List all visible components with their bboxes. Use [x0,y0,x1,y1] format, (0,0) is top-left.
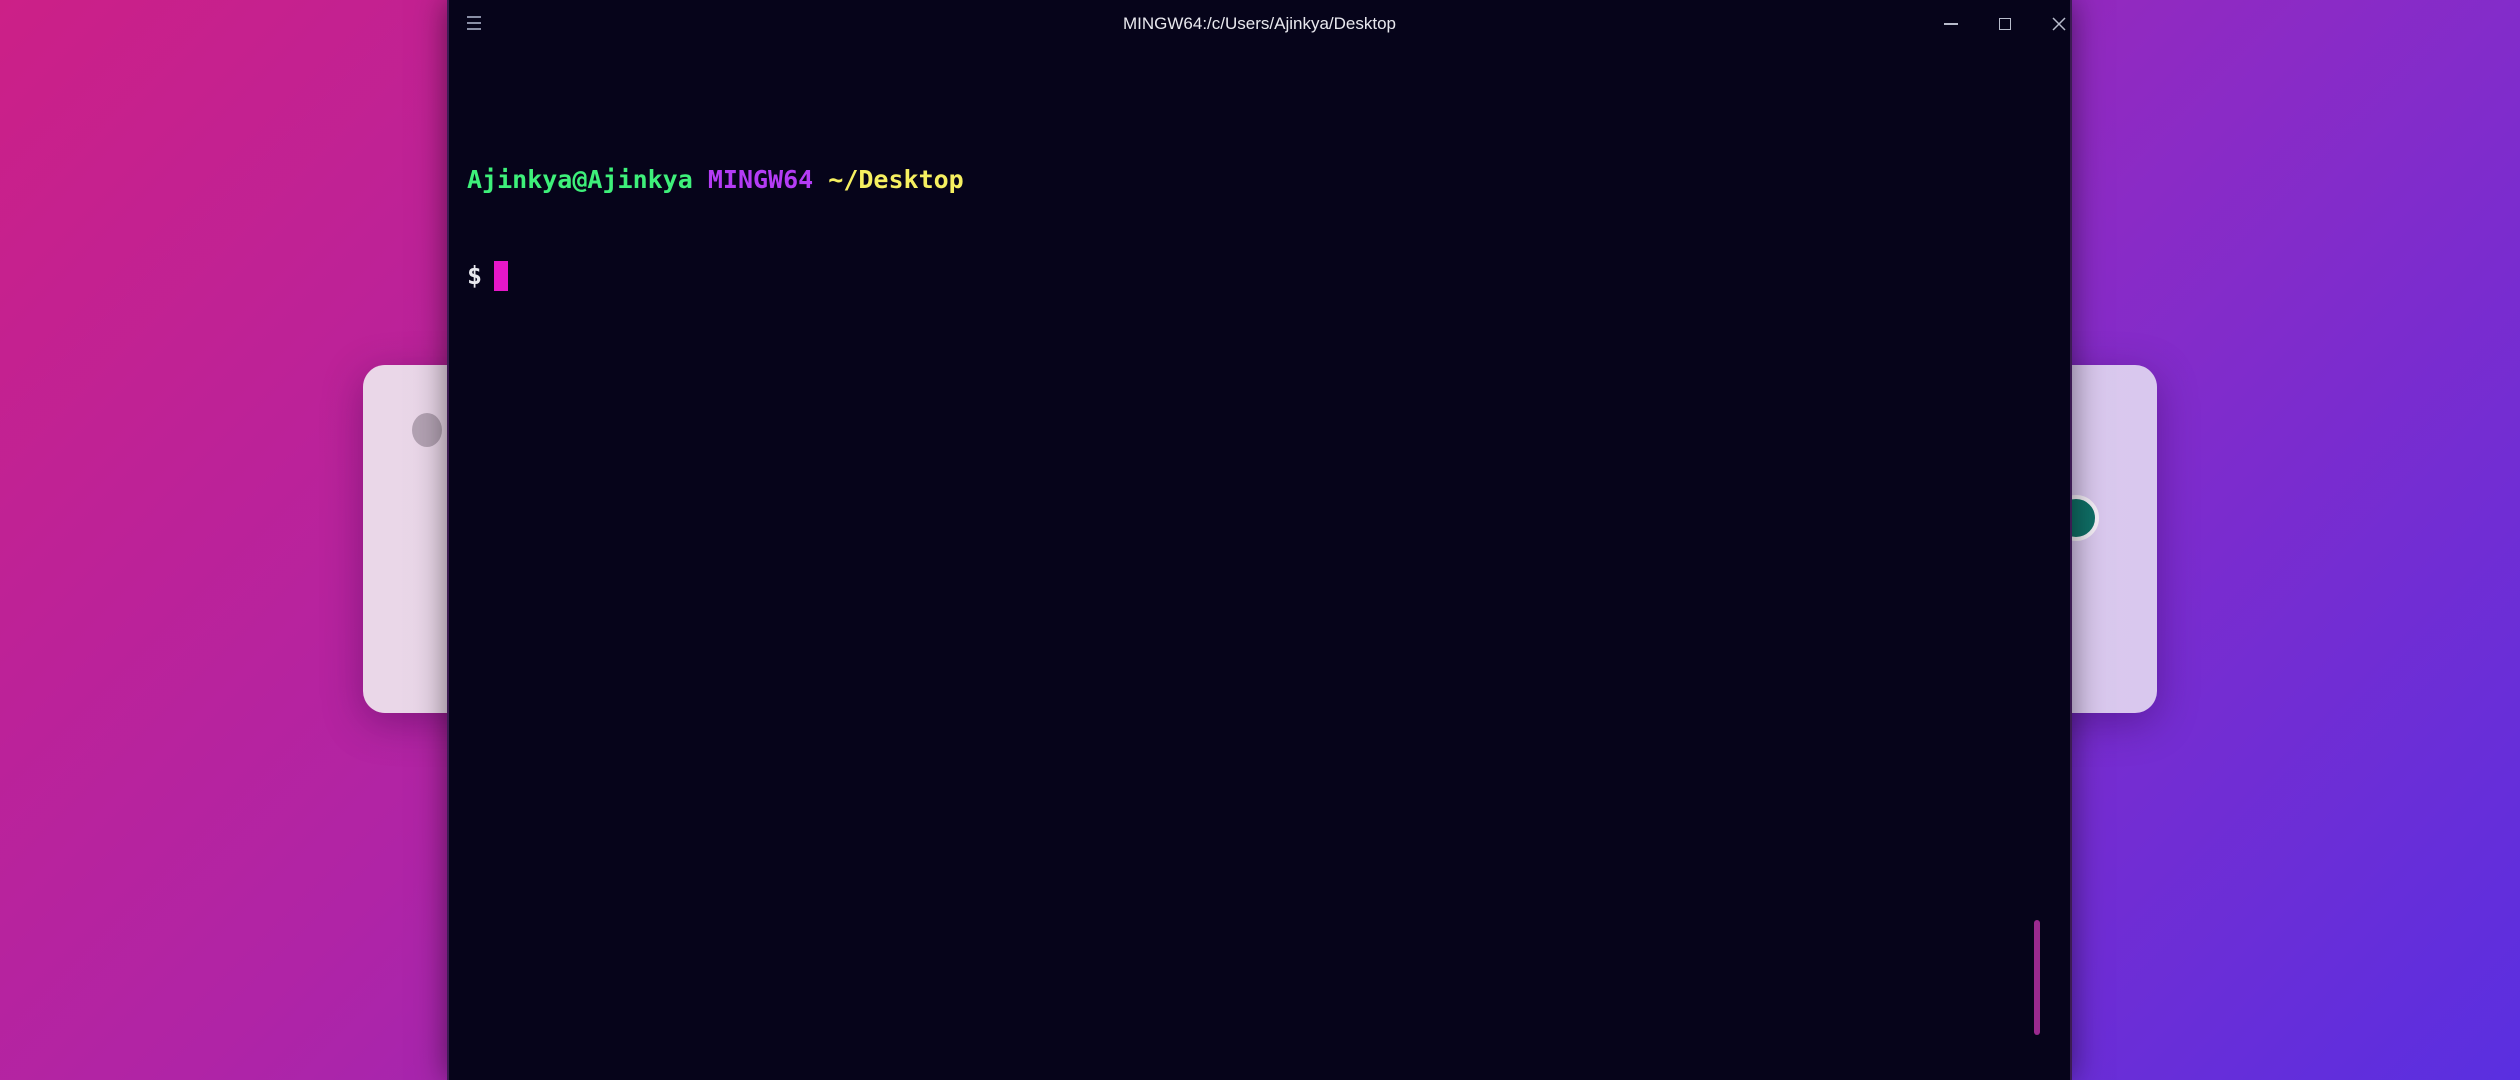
prompt-system: MINGW64 [707,165,814,194]
close-icon [2052,17,2066,31]
prompt-symbol: $ [467,261,483,290]
terminal-window[interactable]: MINGW64:/c/Users/Ajinkya/Desktop Ajinkya… [447,0,2072,1080]
background-card-dot [412,413,442,447]
terminal-output[interactable]: Ajinkya@Ajinkya MINGW64 ~/Desktop $ [467,100,964,356]
maximize-button[interactable] [1987,8,2023,40]
window-title: MINGW64:/c/Users/Ajinkya/Desktop [1122,14,1396,33]
minimize-button[interactable] [1933,8,1969,40]
scrollbar-thumb[interactable] [2034,920,2040,1035]
prompt-path: ~/Desktop [828,165,964,194]
input-line[interactable]: $ [467,260,964,292]
title-bar[interactable]: MINGW64:/c/Users/Ajinkya/Desktop [449,0,2070,50]
maximize-icon [1999,18,2011,30]
close-button[interactable] [2041,8,2077,40]
text-cursor [494,261,509,291]
minimize-icon [1944,23,1958,25]
prompt-line: Ajinkya@Ajinkya MINGW64 ~/Desktop [467,164,964,196]
prompt-user-host: Ajinkya@Ajinkya [467,165,693,194]
